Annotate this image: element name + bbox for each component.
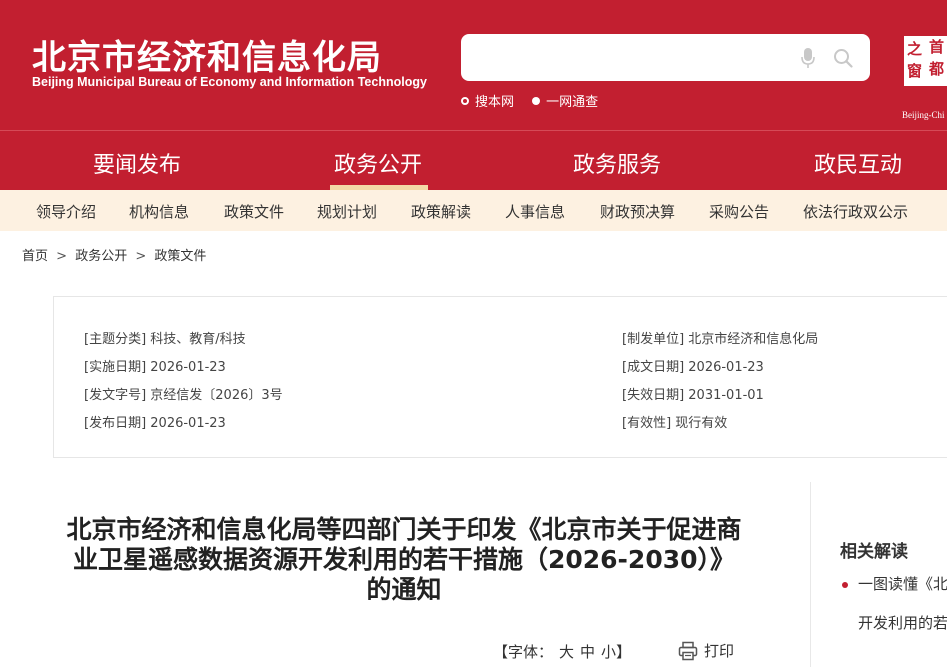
breadcrumb-gov-affairs[interactable]: 政务公开 <box>75 249 127 264</box>
printer-icon <box>678 641 698 660</box>
subnav-item-personnel[interactable]: 人事信息 <box>505 201 565 222</box>
document-meta-panel: [主题分类] 科技、教育/科技 [实施日期] 2026-01-23 [发文字号]… <box>53 296 947 458</box>
subnav-item-procurement[interactable]: 采购公告 <box>709 201 769 222</box>
related-interpretations-title: 相关解读 <box>840 542 908 562</box>
meta-issuer: [制发单位] 北京市经济和信息化局 <box>622 332 819 347</box>
scope-option-all-label: 一网通查 <box>546 95 599 110</box>
subnav-item-policy-interpretation[interactable]: 政策解读 <box>411 201 471 222</box>
scope-option-all[interactable]: 一网通查 <box>532 91 598 110</box>
subnav-item-org[interactable]: 机构信息 <box>129 201 189 222</box>
meta-doc-number: [发文字号] 京经信发〔2026〕3号 <box>84 388 283 403</box>
logo-char: 窗 <box>907 62 923 80</box>
subnav-item-policy-docs[interactable]: 政策文件 <box>224 201 284 222</box>
search-icon[interactable] <box>833 48 853 68</box>
font-size-close: 】 <box>616 643 632 661</box>
subnav-item-dual-publicity[interactable]: 依法行政双公示 <box>803 201 908 222</box>
nav-item-gov-affairs[interactable]: 政务公开 <box>334 147 422 179</box>
font-size-control: 【字体： 大中小】 <box>493 641 631 662</box>
related-interpretation-text: 一图读懂《北 <box>858 575 947 593</box>
font-size-small-button[interactable]: 小 <box>601 643 616 661</box>
breadcrumb: 首页 > 政务公开 > 政策文件 <box>22 245 206 264</box>
meta-written-date: [成文日期] 2026-01-23 <box>622 360 764 375</box>
bullet-icon <box>842 581 848 588</box>
nav-item-news[interactable]: 要闻发布 <box>93 147 181 179</box>
meta-expiry-date: [失效日期] 2031-01-01 <box>622 388 764 403</box>
search-scope: 搜本网 一网通查 <box>461 91 612 110</box>
logo-char: 首 <box>929 38 945 56</box>
main-nav: 要闻发布 政务公开 政务服务 政民互动 <box>0 130 947 191</box>
breadcrumb-home[interactable]: 首页 <box>22 249 48 264</box>
article-title: 北京市经济和信息化局等四部门关于印发《北京市关于促进商 业卫星遥感数据资源开发利… <box>20 515 788 605</box>
breadcrumb-policy-docs[interactable]: 政策文件 <box>154 249 206 264</box>
meta-impl-date: [实施日期] 2026-01-23 <box>84 360 226 375</box>
capital-window-logo[interactable]: 之 首 窗 都 <box>902 34 947 88</box>
font-size-large-button[interactable]: 大 <box>559 643 574 661</box>
font-size-label: 【字体： <box>493 643 554 661</box>
breadcrumb-separator: > <box>56 249 68 264</box>
meta-topic: [主题分类] 科技、教育/科技 <box>84 332 246 347</box>
subnav-item-budget[interactable]: 财政预决算 <box>600 201 675 222</box>
print-button[interactable]: 打印 <box>678 640 734 661</box>
meta-validity: [有效性] 现行有效 <box>622 416 728 431</box>
nav-item-interaction[interactable]: 政民互动 <box>814 147 902 179</box>
related-interpretation-link[interactable]: 一图读懂《北 <box>842 573 947 594</box>
breadcrumb-separator: > <box>135 249 147 264</box>
related-interpretation-link-continued[interactable]: 开发利用的若 <box>858 612 947 633</box>
logo-char: 都 <box>929 60 945 78</box>
radio-unchecked-icon <box>461 96 469 105</box>
nav-item-gov-services[interactable]: 政务服务 <box>573 147 661 179</box>
site-subtitle: Beijing Municipal Bureau of Economy and … <box>32 75 427 89</box>
sub-nav: 领导介绍 机构信息 政策文件 规划计划 政策解读 人事信息 财政预决算 采购公告… <box>0 190 947 231</box>
logo-char: 之 <box>907 40 923 58</box>
content-divider <box>810 482 811 667</box>
scope-option-site-label: 搜本网 <box>475 95 515 110</box>
subnav-item-plans[interactable]: 规划计划 <box>317 201 377 222</box>
search-input[interactable] <box>473 42 777 74</box>
site-title[interactable]: 北京市经济和信息化局 <box>32 30 382 79</box>
radio-checked-icon <box>532 96 541 105</box>
subnav-item-leaders[interactable]: 领导介绍 <box>36 201 96 222</box>
scope-option-site[interactable]: 搜本网 <box>461 91 514 110</box>
microphone-icon[interactable] <box>800 47 816 69</box>
article-title-line: 的通知 <box>366 575 442 604</box>
logo-caption: Beijing-Chi <box>902 110 945 120</box>
article-title-line: 业卫星遥感数据资源开发利用的若干措施（2026-2030）》 <box>72 545 736 574</box>
article-title-line: 北京市经济和信息化局等四部门关于印发《北京市关于促进商 <box>66 515 742 544</box>
font-size-medium-button[interactable]: 中 <box>580 643 595 661</box>
print-label: 打印 <box>704 642 735 660</box>
meta-pub-date: [发布日期] 2026-01-23 <box>84 416 226 431</box>
